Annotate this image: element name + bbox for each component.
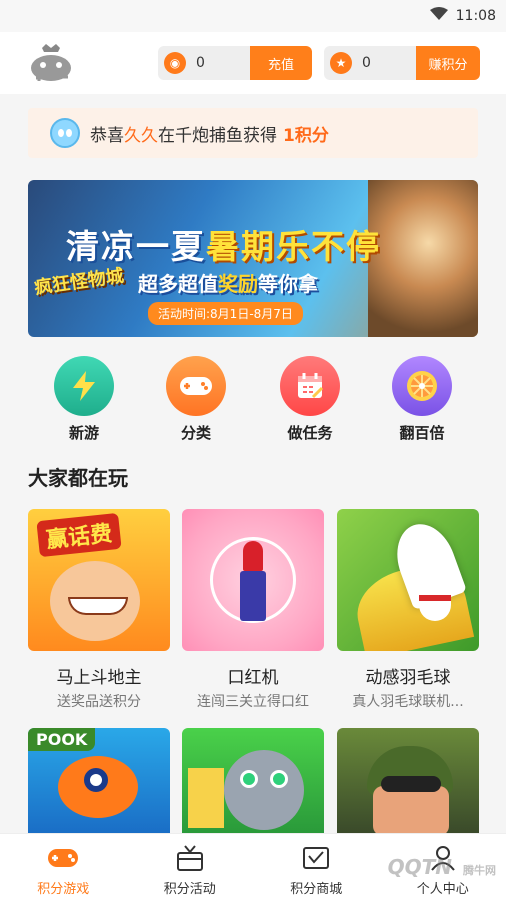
- winner-notice[interactable]: 恭喜 久久 在千炮捕鱼获得 1积分: [28, 108, 478, 158]
- calendar-icon: [280, 356, 340, 416]
- coin-balance: ◉ 0 充值: [158, 46, 312, 80]
- promo-banner[interactable]: 清凉一夏暑期乐不停 超多超值奖励等你拿 疯狂怪物城 活动时间:8月1日-8月7日: [28, 180, 478, 337]
- game-card[interactable]: POOK: [28, 728, 170, 833]
- banner-date: 活动时间:8月1日-8月7日: [148, 302, 303, 325]
- quick-tasks[interactable]: 做任务: [270, 356, 350, 443]
- watermark-text: QQTN: [387, 855, 453, 879]
- quick-label: 做任务: [287, 424, 333, 442]
- game-badge: POOK: [28, 728, 96, 751]
- quick-label: 分类: [180, 424, 211, 442]
- recharge-button[interactable]: 充值: [250, 46, 312, 80]
- quick-categories[interactable]: 分类: [156, 356, 236, 443]
- quick-label: 新游: [68, 424, 99, 442]
- game-card[interactable]: 赢话费 马上斗地主 送奖品送积分: [28, 509, 170, 711]
- section-title: 大家都在玩: [28, 466, 128, 490]
- tab-label: 积分游戏: [37, 882, 90, 897]
- banner-game-logo: 疯狂怪物城: [32, 265, 126, 299]
- watermark-cn: 腾牛网: [463, 864, 496, 877]
- game-desc: 连闯三关立得口红: [197, 694, 309, 710]
- hero-character-image: [368, 180, 478, 337]
- tab-label: 积分商城: [290, 882, 343, 897]
- wheel-icon: [392, 356, 452, 416]
- game-card[interactable]: [337, 728, 479, 833]
- tab-label: 积分活动: [163, 882, 216, 897]
- watermark: QQTN 腾牛网: [388, 855, 496, 879]
- quick-multiply[interactable]: 翻百倍: [382, 356, 462, 443]
- quick-new-games[interactable]: 新游: [44, 356, 124, 443]
- game-name: 动感羽毛球: [365, 668, 451, 688]
- avatar-icon: [50, 118, 80, 148]
- notice-user: 久久: [124, 125, 158, 146]
- game-desc: 送奖品送积分: [57, 694, 141, 710]
- top-bar: ◉ 0 充值 ★ 0 赚积分: [0, 32, 506, 94]
- quick-label: 翻百倍: [399, 424, 445, 442]
- tab-label: 个人中心: [416, 882, 469, 897]
- notice-reward: 1积分: [283, 125, 329, 146]
- app-logo-icon[interactable]: [28, 42, 74, 86]
- banner-subtitle: 超多超值奖励等你拿: [138, 272, 318, 296]
- game-desc: 真人羽毛球联机...: [352, 694, 464, 710]
- tab-points-games[interactable]: 积分游戏: [0, 834, 127, 900]
- game-name: 马上斗地主: [56, 668, 142, 688]
- game-card[interactable]: [182, 728, 324, 833]
- wifi-icon: [429, 7, 448, 25]
- coin-value: 0: [196, 55, 205, 71]
- game-cover-image: [182, 509, 324, 651]
- tab-points-activities[interactable]: 积分活动: [127, 834, 254, 900]
- game-cover-image: [337, 509, 479, 651]
- quick-entry-row: 新游 分类 做任务 翻百倍: [0, 356, 506, 448]
- game-cover-image: 赢话费: [28, 509, 170, 651]
- game-card[interactable]: 口红机 连闯三关立得口红: [182, 509, 324, 711]
- game-cover-image: POOK: [28, 728, 170, 833]
- game-cover-image: [337, 728, 479, 833]
- game-name: 口红机: [227, 668, 279, 688]
- notice-middle: 在千炮捕鱼获得: [158, 125, 277, 146]
- shop-icon: [300, 844, 332, 872]
- game-cover-image: [182, 728, 324, 833]
- status-time: 11:08: [455, 8, 496, 24]
- gift-box-icon: [174, 844, 206, 872]
- points-balance: ★ 0 赚积分: [324, 46, 480, 80]
- gamepad-icon: [166, 356, 226, 416]
- lightning-icon: [54, 356, 114, 416]
- earn-points-button[interactable]: 赚积分: [416, 46, 480, 80]
- points-value: 0: [362, 55, 371, 71]
- star-icon: ★: [330, 52, 352, 74]
- game-badge: 赢话费: [36, 512, 122, 558]
- banner-title: 清凉一夏暑期乐不停: [66, 227, 381, 266]
- tab-points-mall[interactable]: 积分商城: [253, 834, 380, 900]
- game-card[interactable]: 动感羽毛球 真人羽毛球联机...: [337, 509, 479, 711]
- gamepad-icon: [47, 844, 79, 872]
- coin-icon: ◉: [164, 52, 186, 74]
- status-bar: 11:08: [0, 0, 506, 32]
- notice-prefix: 恭喜: [90, 125, 124, 146]
